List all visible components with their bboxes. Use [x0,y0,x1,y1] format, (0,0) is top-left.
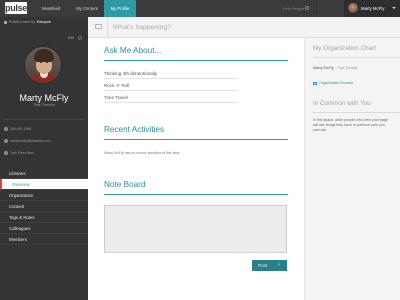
note-board-input[interactable] [104,205,287,253]
arrow-right-icon: › [278,262,280,268]
search-icon[interactable] [305,6,309,10]
org-chart-icon [313,81,317,85]
status-input[interactable]: What's happening? [113,17,171,38]
lock-icon [4,20,7,24]
contact-location: Twin Pines Mall [4,151,34,155]
nav-my-profile[interactable]: My Profile [104,0,136,17]
section-divider [313,112,400,113]
menu-overview[interactable]: Overview [0,179,88,190]
ask-me-title: Ask Me About... [104,46,162,55]
org-browser-link[interactable]: Organization Browser [313,81,354,85]
post-label: Post [258,263,268,268]
chevron-down-icon[interactable] [392,7,396,9]
phone-text: 555-000-1955 [10,127,32,131]
in-common-title: In Common with You [313,100,371,107]
user-name: Marty McFly [361,6,385,11]
location-icon [4,151,8,155]
menu-tags-notes[interactable]: Tags & Notes [0,212,88,223]
menu-colleagues[interactable]: Colleagues [0,223,88,234]
pulse-logo[interactable]: pulse [5,2,27,14]
tag-item[interactable]: Time Travel [104,94,238,103]
nav-newsfeed[interactable]: Newsfeed [36,0,66,17]
avatar [348,3,358,13]
top-bar: pulse Newsfeed My Content My Profile Fin… [0,0,400,17]
contact-phone: 555-000-1955 [4,127,31,131]
edit-profile-link[interactable]: Edit [68,36,74,40]
divider [4,119,84,120]
profile-menu: Libraries Overview Organization Content … [0,168,88,245]
org-chart-title: My Organization Chart [313,45,376,52]
section-divider [104,60,288,61]
tag-item[interactable]: Rock 'n' Roll [104,82,238,91]
divider [107,17,108,38]
section-divider [104,194,288,195]
profile-photo [24,46,62,84]
compose-icon[interactable] [95,24,102,29]
section-divider [104,139,288,140]
visibility-value[interactable]: Everyone [37,20,51,24]
activities-empty-text: Marty McFly has no recent activities at … [104,151,181,155]
post-button[interactable]: Post › [252,260,287,271]
location-text: Twin Pines Mall [10,151,34,155]
user-menu[interactable]: Marty McFly [344,0,400,17]
phone-icon [4,127,8,131]
status-update-bar: What's happening? [88,17,400,38]
menu-organization[interactable]: Organization [0,190,88,201]
mail-icon [4,139,8,143]
find-people-link[interactable]: Find People [283,0,304,17]
contact-email[interactable]: marty.mcfly@hillvalley.com [4,139,50,143]
profile-name: Marty McFly [19,93,69,103]
visibility-label: Profile is seen by: [9,20,36,24]
org-browser-label[interactable]: Organization Browser [319,81,354,85]
org-person-title: Time Traveler [337,66,358,70]
section-divider [313,57,400,58]
menu-content[interactable]: Content [0,201,88,212]
org-person-name[interactable]: Marty McFly [313,66,334,70]
top-divider [316,3,317,14]
profile-visibility[interactable]: Profile is seen by: Everyone [4,20,51,24]
note-board-title: Note Board [104,180,146,189]
right-panel: My Organization Chart Marty McFly Time T… [304,38,400,300]
menu-members[interactable]: Members [0,234,88,245]
nav-my-content[interactable]: My Content [71,0,103,17]
tag-item[interactable]: Thinking 4th dimentionally [104,70,238,79]
in-common-text: In this space, other people who view you… [313,118,388,132]
profile-sidebar: Profile is seen by: Everyone Edit Marty … [0,17,88,300]
email-text[interactable]: marty.mcfly@hillvalley.com [10,139,50,143]
profile-title: Time Traveler [33,103,55,107]
recent-activities-title: Recent Activities [104,125,165,134]
menu-libraries[interactable]: Libraries [0,168,88,179]
gear-icon[interactable] [78,36,82,40]
